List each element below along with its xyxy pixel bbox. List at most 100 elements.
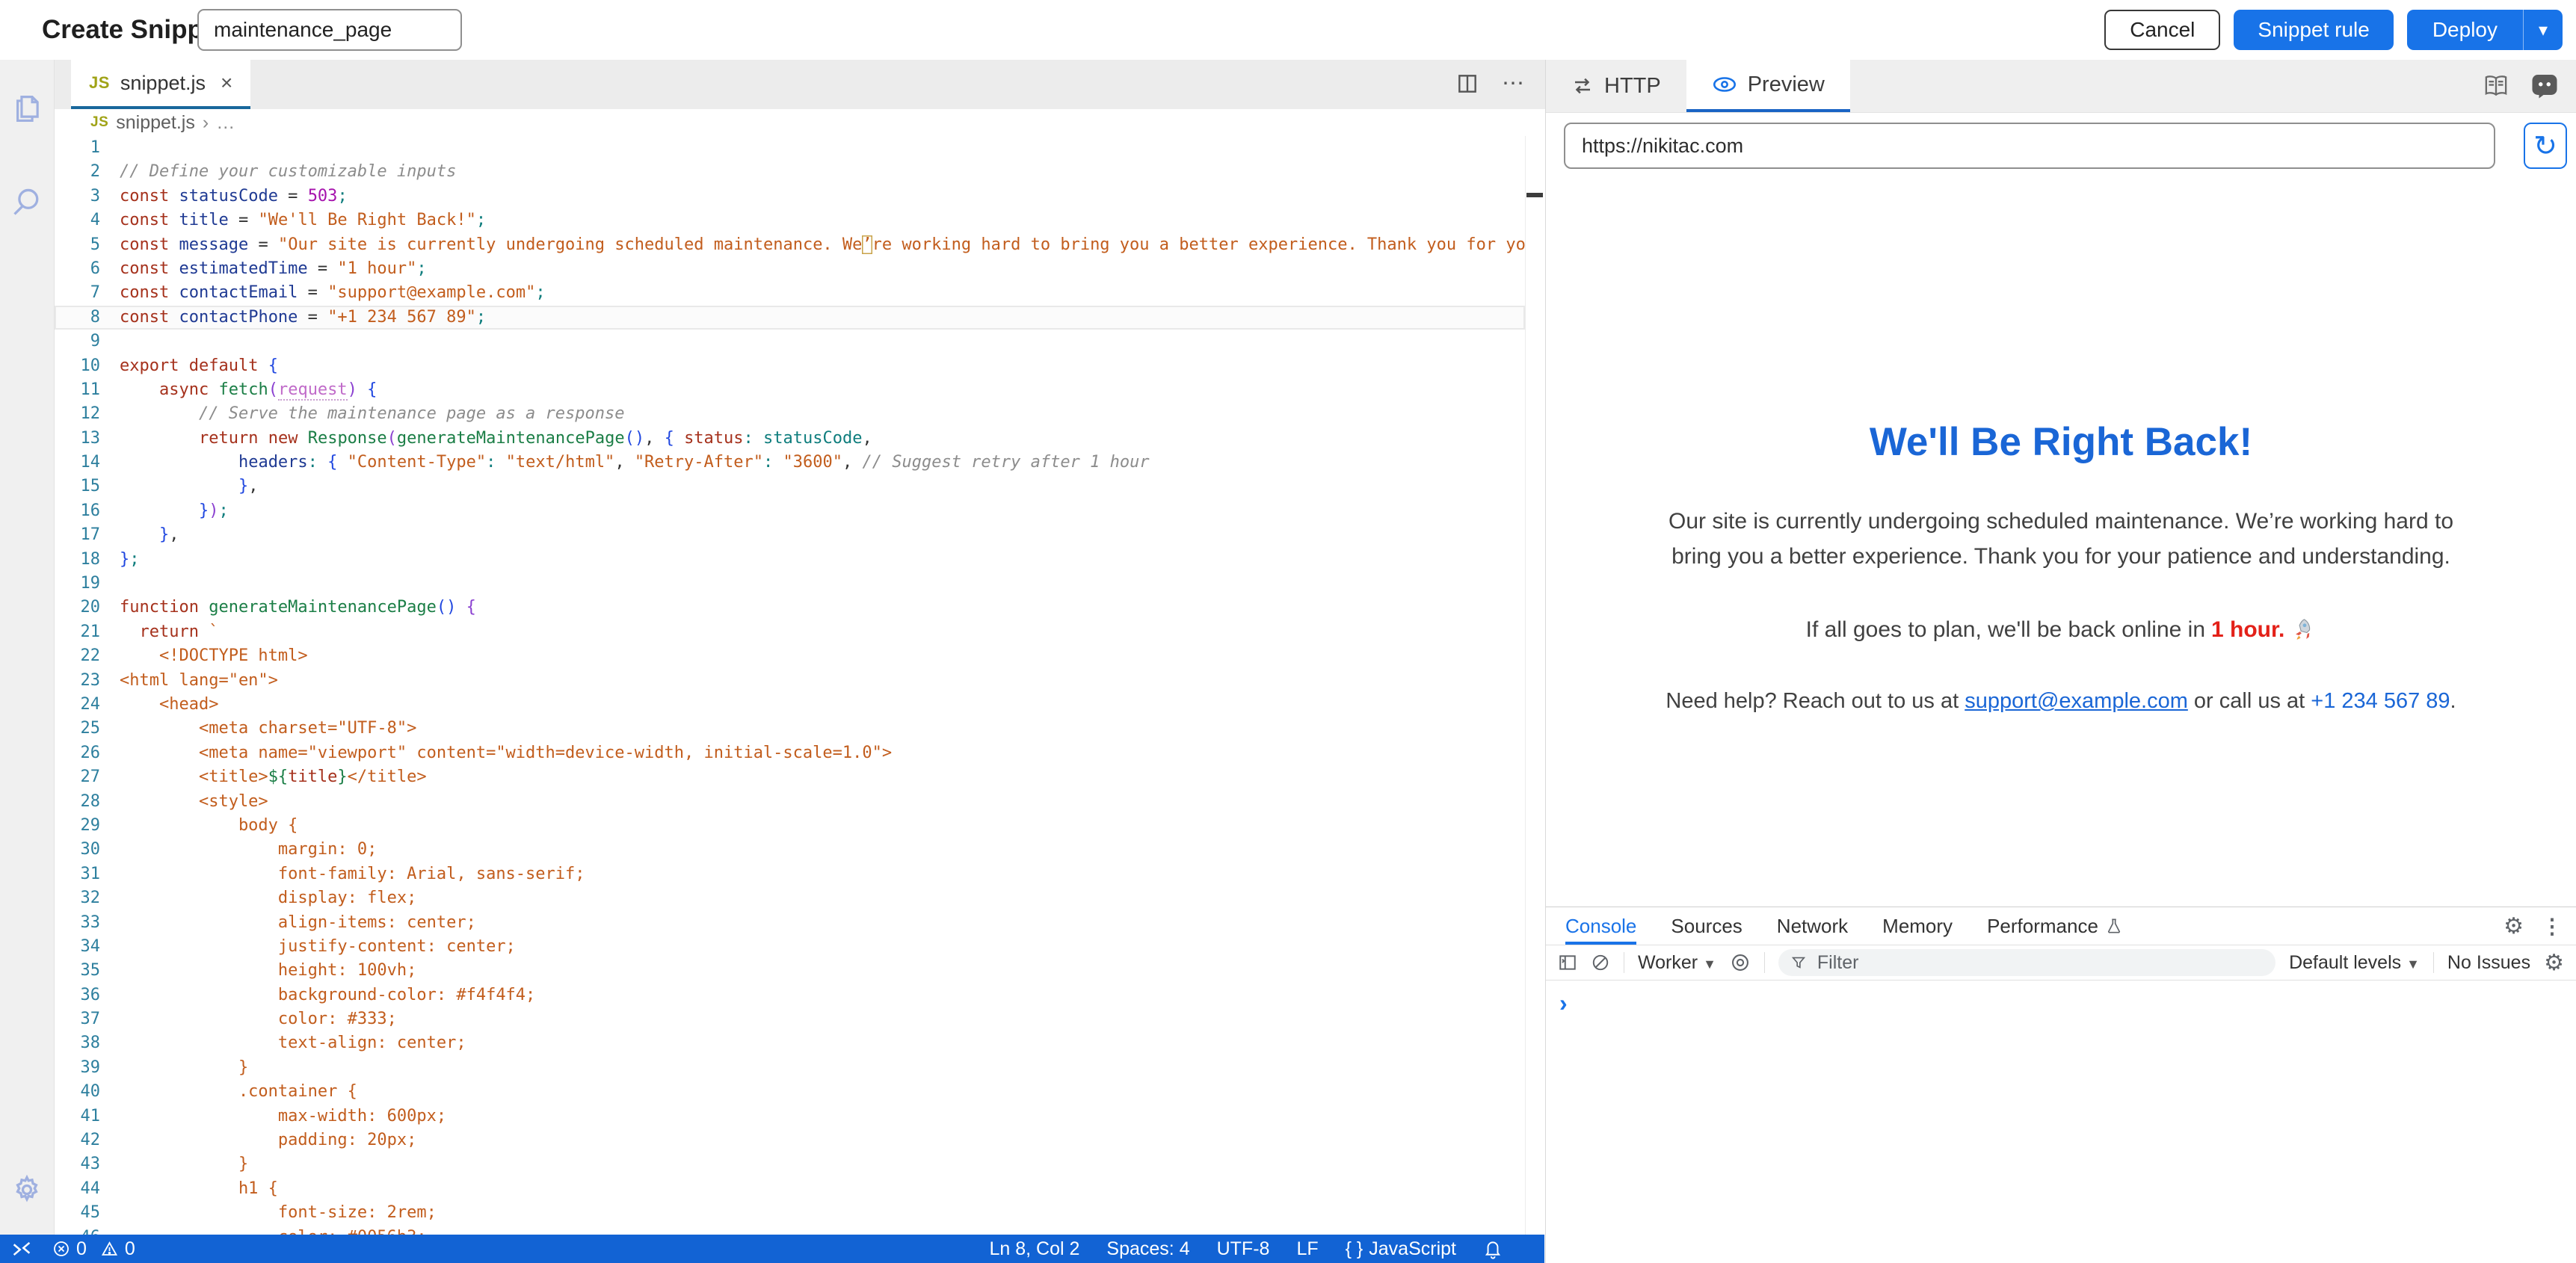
code-line[interactable]: 32 display: flex; [55,886,1525,910]
cancel-button[interactable]: Cancel [2104,10,2220,50]
more-actions-icon[interactable]: ⋯ [1502,70,1526,96]
code-line[interactable]: 16 }); [55,499,1525,523]
code-line[interactable]: 20function generateMaintenancePage() { [55,596,1525,620]
code-line[interactable]: 18}; [55,548,1525,572]
console-eye-icon[interactable] [1730,952,1751,973]
line-number: 25 [55,717,120,741]
console-prompt[interactable]: › [1546,981,2576,1025]
context-selector[interactable]: Worker ▼ [1638,952,1716,974]
deploy-dropdown-button[interactable]: ▾ [2523,10,2563,50]
tab-preview[interactable]: Preview [1686,60,1850,112]
code-editor[interactable]: 12// Define your customizable inputs3con… [55,136,1525,1235]
code-line[interactable]: 5const message = "Our site is currently … [55,233,1525,257]
snippet-rule-button[interactable]: Snippet rule [2234,10,2393,50]
search-icon[interactable] [10,185,43,218]
url-input[interactable] [1564,123,2495,169]
code-line[interactable]: 12 // Serve the maintenance page as a re… [55,402,1525,426]
issues-counter[interactable]: No Issues [2447,952,2530,974]
code-line[interactable]: 29 body { [55,814,1525,838]
code-line[interactable]: 19 [55,572,1525,596]
code-line[interactable]: 33 align-items: center; [55,911,1525,935]
discord-icon[interactable] [2530,72,2560,99]
reload-button[interactable]: ↻ [2524,123,2567,169]
code-line[interactable]: 28 <style> [55,790,1525,814]
clear-console-icon[interactable] [1591,953,1610,972]
code-line[interactable]: 25 <meta charset="UTF-8"> [55,717,1525,741]
filter-input[interactable] [1816,951,2264,975]
split-editor-icon[interactable] [1455,72,1479,96]
code-line[interactable]: 30 margin: 0; [55,838,1525,862]
code-line[interactable]: 22 <!DOCTYPE html> [55,644,1525,668]
code-line[interactable]: 44 h1 { [55,1177,1525,1201]
console-filter[interactable] [1778,949,2275,976]
code-line[interactable]: 9 [55,330,1525,353]
cursor-position[interactable]: Ln 8, Col 2 [990,1238,1080,1260]
code-line[interactable]: 21 return ` [55,620,1525,644]
code-line[interactable]: 7const contactEmail = "support@example.c… [55,281,1525,305]
code-line[interactable]: 4const title = "We'll Be Right Back!"; [55,209,1525,232]
tab-label: snippet.js [120,72,206,95]
chevron-down-icon: ▼ [2406,957,2420,972]
indentation[interactable]: Spaces: 4 [1106,1238,1189,1260]
code-line[interactable]: 36 background-color: #f4f4f4; [55,983,1525,1007]
remote-indicator-icon[interactable] [10,1239,33,1259]
code-line[interactable]: 31 font-family: Arial, sans-serif; [55,862,1525,886]
encoding[interactable]: UTF-8 [1217,1238,1270,1260]
problems-indicator[interactable]: 0 0 [52,1238,135,1260]
code-line[interactable]: 37 color: #333; [55,1007,1525,1031]
docs-book-icon[interactable] [2482,73,2510,99]
code-line[interactable]: 45 font-size: 2rem; [55,1201,1525,1225]
code-line[interactable]: 43 } [55,1152,1525,1176]
code-line[interactable]: 27 <title>${title}</title> [55,765,1525,789]
code-line[interactable]: 24 <head> [55,693,1525,717]
support-email-link[interactable]: support@example.com [1965,689,2188,713]
devtools-tab-memory[interactable]: Memory [1882,907,1953,945]
code-line[interactable]: 15 }, [55,475,1525,498]
breadcrumb[interactable]: JS snippet.js › … [55,109,1545,136]
code-line[interactable]: 35 height: 100vh; [55,959,1525,983]
code-line[interactable]: 39 } [55,1056,1525,1080]
code-line[interactable]: 38 text-align: center; [55,1031,1525,1055]
devtools-tab-sources[interactable]: Sources [1671,907,1742,945]
snippet-name-input[interactable] [197,9,462,51]
devtools-tab-performance[interactable]: Performance [1987,907,2122,945]
code-line[interactable]: 42 padding: 20px; [55,1128,1525,1152]
code-line[interactable]: 40 .container { [55,1080,1525,1104]
phone-link[interactable]: +1 234 567 89 [2311,689,2450,713]
files-icon[interactable] [10,90,43,123]
settings-gear-icon[interactable] [10,1173,43,1206]
code-line[interactable]: 8const contactPhone = "+1 234 567 89"; [55,306,1525,330]
console-sidebar-toggle-icon[interactable] [1558,953,1577,972]
code-line[interactable]: 34 justify-content: center; [55,935,1525,959]
eol-sequence[interactable]: LF [1296,1238,1318,1260]
code-line[interactable]: 1 [55,136,1525,160]
code-line[interactable]: 26 <meta name="viewport" content="width=… [55,741,1525,765]
console-settings-gear-icon[interactable]: ⚙ [2544,950,2564,976]
log-levels-selector[interactable]: Default levels ▼ [2289,952,2420,974]
deploy-button[interactable]: Deploy [2407,10,2523,50]
code-line[interactable]: 6const estimatedTime = "1 hour"; [55,257,1525,281]
devtools-menu-kebab-icon[interactable]: ⋮ [2542,914,2563,939]
notifications-bell-icon[interactable] [1483,1238,1503,1259]
code-line[interactable]: 23<html lang="en"> [55,669,1525,693]
code-line[interactable]: 2// Define your customizable inputs [55,160,1525,184]
code-line[interactable]: 11 async fetch(request) { [55,378,1525,402]
devtools-tab-console[interactable]: Console [1565,907,1636,945]
close-icon[interactable]: × [221,71,232,95]
tab-snippet-js[interactable]: JS snippet.js × [71,60,250,109]
code-line[interactable]: 13 return new Response(generateMaintenan… [55,427,1525,451]
code-line[interactable]: 3const statusCode = 503; [55,185,1525,209]
tab-http[interactable]: HTTP [1546,60,1686,112]
code-line[interactable]: 17 }, [55,523,1525,547]
devtools-tab-network[interactable]: Network [1777,907,1848,945]
devtools-settings-gear-icon[interactable]: ⚙ [2503,913,2524,939]
code-line[interactable]: 10export default { [55,354,1525,378]
language-mode[interactable]: { } JavaScript [1346,1238,1456,1260]
code-line[interactable]: 46 color: #0056b3; [55,1226,1525,1235]
editor-overview-ruler[interactable] [1525,136,1545,1235]
code-line[interactable]: 14 headers: { "Content-Type": "text/html… [55,451,1525,475]
warning-count: 0 [125,1238,135,1260]
line-number: 31 [55,862,120,886]
line-number: 24 [55,693,120,717]
code-line[interactable]: 41 max-width: 600px; [55,1105,1525,1128]
